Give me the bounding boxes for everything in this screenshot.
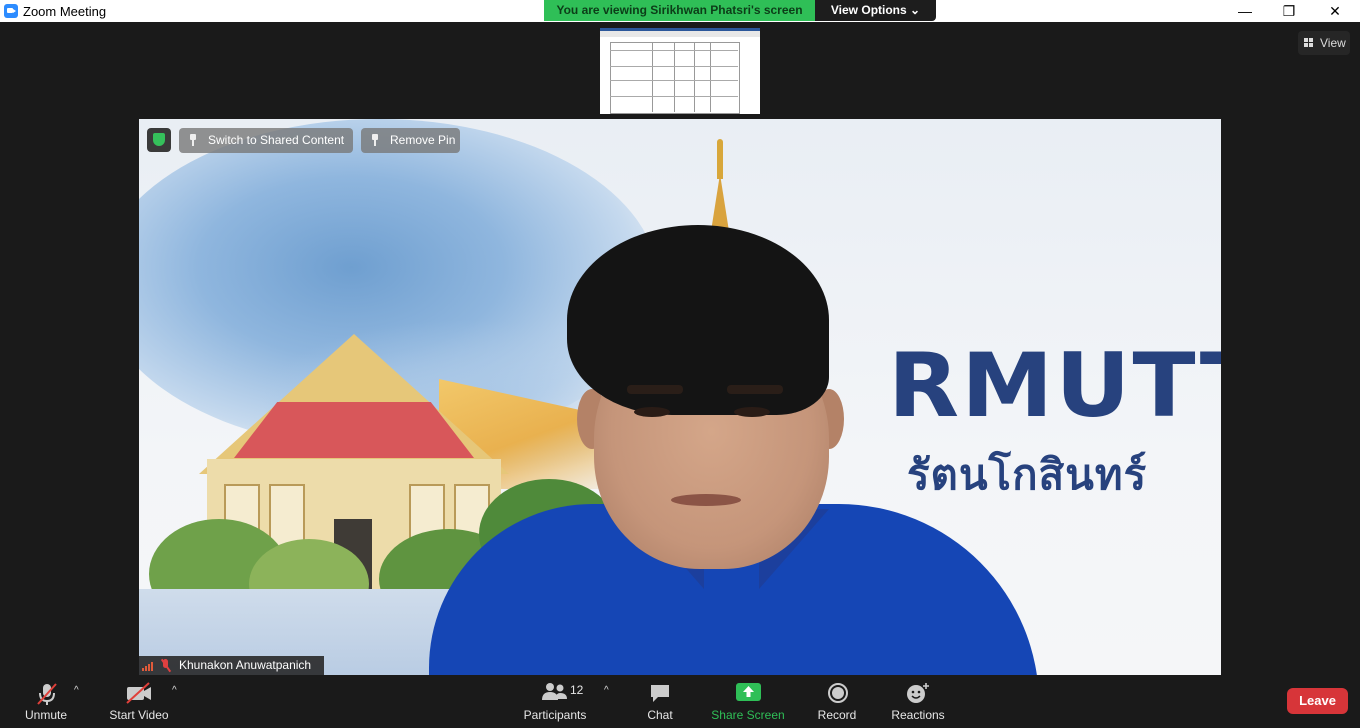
audio-options-caret-icon[interactable]: ^ (74, 685, 79, 696)
window-title: Zoom Meeting (23, 4, 107, 19)
start-video-button[interactable]: Start Video (104, 675, 174, 728)
record-icon (828, 683, 848, 703)
zoom-app-icon (4, 4, 18, 18)
record-label: Record (817, 708, 857, 722)
muted-mic-icon (161, 659, 171, 672)
view-layout-button[interactable]: View (1298, 31, 1350, 55)
chat-button[interactable]: Chat (640, 675, 680, 728)
encryption-shield-icon[interactable] (147, 128, 171, 152)
muted-microphone-icon (37, 683, 57, 705)
viewing-screen-banner: You are viewing Sirikhwan Phatsri's scre… (544, 0, 815, 21)
start-video-label: Start Video (109, 708, 169, 722)
shared-screen-thumbnail[interactable] (600, 28, 760, 114)
remove-pin-label: Remove Pin (390, 133, 456, 147)
share-screen-icon (736, 683, 761, 701)
document-preview (610, 42, 740, 114)
minimize-button[interactable]: — (1222, 0, 1268, 22)
reactions-icon (907, 683, 929, 703)
chevron-down-icon: ⌄ (910, 3, 921, 17)
view-options-button[interactable]: View Options ⌄ (815, 0, 936, 21)
video-options-caret-icon[interactable]: ^ (172, 685, 177, 696)
unmute-label: Unmute (24, 708, 68, 722)
restore-button[interactable]: ❐ (1266, 0, 1312, 22)
record-button[interactable]: Record (812, 675, 862, 728)
view-layout-label: View (1320, 36, 1346, 50)
chat-icon (651, 685, 669, 702)
switch-to-shared-content-button[interactable]: Switch to Shared Content (179, 128, 353, 153)
signal-strength-icon (142, 661, 156, 671)
pinned-participant-video[interactable]: RMUTT รัตนโกสินทร์ (139, 119, 1221, 675)
grid-icon (1304, 38, 1314, 47)
unmute-button[interactable]: Unmute (16, 675, 76, 728)
video-off-icon (126, 682, 151, 704)
close-button[interactable]: ✕ (1312, 0, 1358, 22)
share-screen-button[interactable]: Share Screen (708, 675, 788, 728)
participants-button[interactable]: 12 Participants (520, 675, 590, 728)
meeting-toolbar: Unmute ^ Start Video ^ 12 Participants ^… (0, 675, 1360, 728)
reactions-button[interactable]: Reactions (888, 675, 948, 728)
leave-meeting-button[interactable]: Leave (1287, 688, 1348, 714)
remove-pin-button[interactable]: Remove Pin (361, 128, 460, 153)
participants-options-caret-icon[interactable]: ^ (604, 685, 609, 696)
chat-label: Chat (647, 708, 673, 722)
reactions-label: Reactions (891, 708, 945, 722)
participants-count: 12 (570, 683, 584, 697)
pin-icon (189, 134, 197, 146)
participants-icon (542, 683, 567, 700)
switch-to-shared-content-label: Switch to Shared Content (208, 133, 345, 147)
participants-label: Participants (523, 708, 587, 722)
participant-person (429, 219, 1149, 675)
view-options-label: View Options (830, 3, 907, 17)
participant-name: Khunakon Anuwatpanich (179, 658, 312, 672)
pin-icon (371, 134, 379, 146)
share-screen-label: Share Screen (711, 708, 785, 722)
participant-name-tag: Khunakon Anuwatpanich (139, 656, 324, 675)
